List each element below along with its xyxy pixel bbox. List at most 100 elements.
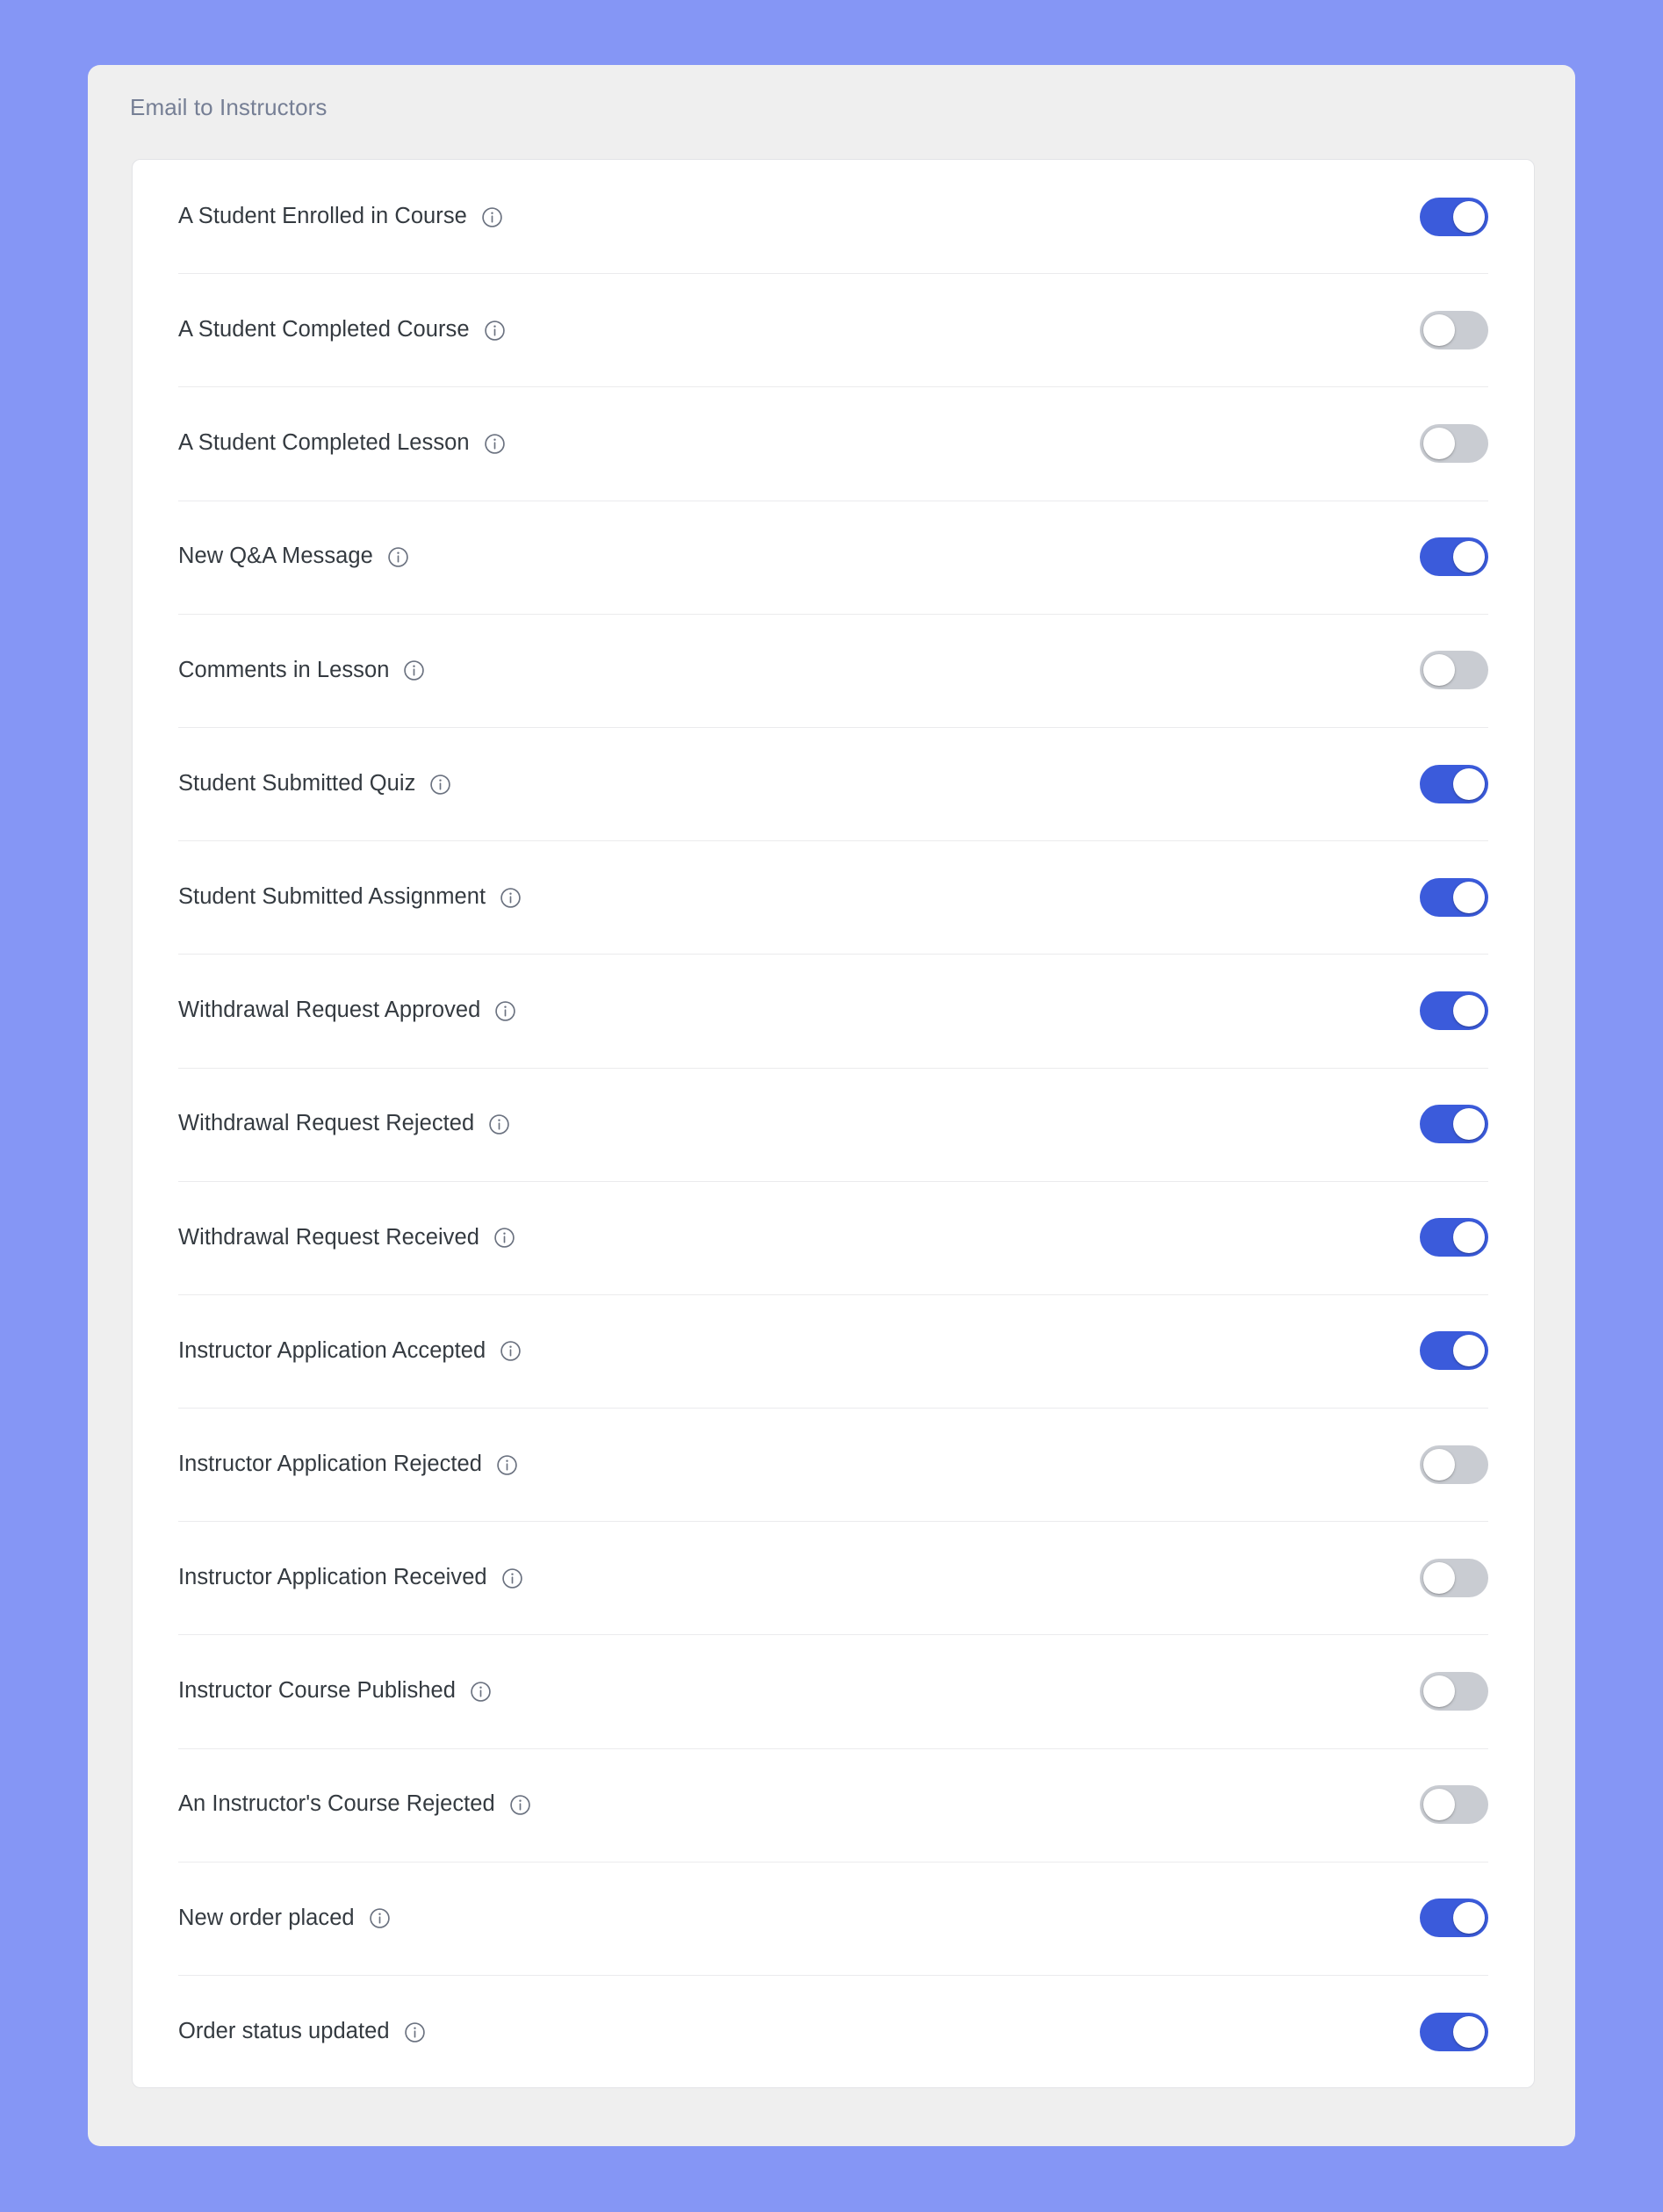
setting-label: Withdrawal Request Approved xyxy=(178,998,481,1023)
setting-row: New order placed xyxy=(133,1861,1534,1975)
setting-toggle[interactable] xyxy=(1420,537,1488,577)
info-circle-icon[interactable] xyxy=(484,320,506,342)
toggle-knob xyxy=(1423,1561,1455,1594)
setting-label: New Q&A Message xyxy=(178,544,373,569)
setting-row-left: Withdrawal Request Received xyxy=(178,1226,515,1249)
setting-row-left: Student Submitted Quiz xyxy=(178,770,451,796)
toggle-knob xyxy=(1423,1675,1455,1708)
setting-toggle[interactable] xyxy=(1420,1218,1488,1257)
setting-row: Student Submitted Assignment xyxy=(133,840,1534,954)
setting-row: Student Submitted Quiz xyxy=(133,726,1534,840)
info-circle-icon[interactable] xyxy=(369,1907,391,1929)
setting-row: Instructor Application Received xyxy=(133,1521,1534,1634)
info-circle-icon[interactable] xyxy=(404,2021,426,2043)
info-circle-icon[interactable] xyxy=(494,1000,516,1022)
toggle-knob xyxy=(1453,200,1485,233)
setting-row-left: Instructor Course Published xyxy=(178,1680,492,1703)
setting-row-left: A Student Completed Course xyxy=(178,319,506,342)
setting-row-left: An Instructor's Course Rejected xyxy=(178,1793,531,1816)
setting-label: Instructor Application Received xyxy=(178,1565,487,1590)
setting-row-left: New order placed xyxy=(178,1906,391,1929)
setting-row: Instructor Application Rejected xyxy=(133,1408,1534,1521)
setting-label: A Student Completed Course xyxy=(178,317,470,342)
setting-label: Instructor Application Accepted xyxy=(178,1337,486,1363)
setting-row: An Instructor's Course Rejected xyxy=(133,1747,1534,1862)
info-circle-icon[interactable] xyxy=(493,1227,515,1249)
setting-toggle[interactable] xyxy=(1420,2012,1488,2051)
setting-toggle[interactable] xyxy=(1420,1899,1488,1938)
info-circle-icon[interactable] xyxy=(500,887,522,909)
setting-row: Comments in Lesson xyxy=(133,613,1534,727)
toggle-knob xyxy=(1453,881,1485,913)
toggle-knob xyxy=(1453,2015,1485,2048)
info-circle-icon[interactable] xyxy=(481,206,503,228)
setting-toggle[interactable] xyxy=(1420,1558,1488,1597)
setting-label: Withdrawal Request Received xyxy=(178,1224,479,1250)
info-circle-icon[interactable] xyxy=(509,1794,531,1816)
email-to-instructors-panel: Email to Instructors A Student Enrolled … xyxy=(88,65,1575,2146)
info-circle-icon[interactable] xyxy=(501,1567,523,1589)
setting-toggle[interactable] xyxy=(1420,1105,1488,1144)
setting-row-left: Instructor Application Accepted xyxy=(178,1339,522,1362)
setting-toggle[interactable] xyxy=(1420,1445,1488,1484)
setting-row-left: Withdrawal Request Rejected xyxy=(178,1113,510,1135)
setting-label: Instructor Application Rejected xyxy=(178,1451,482,1476)
setting-toggle[interactable] xyxy=(1420,764,1488,803)
toggle-knob xyxy=(1453,1221,1485,1254)
setting-row-left: Order status updated xyxy=(178,2018,426,2043)
setting-label: Student Submitted Assignment xyxy=(178,883,486,909)
setting-row: Withdrawal Request Rejected xyxy=(133,1067,1534,1181)
setting-row-left: A Student Enrolled in Course xyxy=(178,205,503,228)
setting-row: A Student Completed Course xyxy=(133,273,1534,386)
toggle-knob xyxy=(1453,1335,1485,1367)
setting-row: New Q&A Message xyxy=(133,500,1534,614)
setting-label: Student Submitted Quiz xyxy=(178,770,416,796)
setting-label: Instructor Course Published xyxy=(178,1678,457,1704)
setting-label: An Instructor's Course Rejected xyxy=(178,1791,495,1817)
setting-row-left: New Q&A Message xyxy=(178,545,409,568)
setting-toggle[interactable] xyxy=(1420,877,1488,917)
toggle-knob xyxy=(1423,1789,1455,1821)
setting-row: Instructor Application Accepted xyxy=(133,1293,1534,1408)
info-circle-icon[interactable] xyxy=(484,433,506,455)
setting-label: A Student Completed Lesson xyxy=(178,430,470,456)
setting-row-left: Instructor Application Rejected xyxy=(178,1451,518,1476)
setting-toggle[interactable] xyxy=(1420,991,1488,1030)
setting-label: Order status updated xyxy=(178,2018,390,2043)
setting-toggle[interactable] xyxy=(1420,1785,1488,1825)
info-circle-icon[interactable] xyxy=(500,1340,522,1362)
info-circle-icon[interactable] xyxy=(403,659,425,681)
setting-toggle[interactable] xyxy=(1420,423,1488,463)
notification-settings-card: A Student Enrolled in Course A Student Co… xyxy=(132,159,1535,2088)
setting-row: Instructor Course Published xyxy=(133,1634,1534,1747)
setting-row: A Student Completed Lesson xyxy=(133,386,1534,500)
info-circle-icon[interactable] xyxy=(387,546,409,568)
setting-row-left: A Student Completed Lesson xyxy=(178,432,506,455)
toggle-knob xyxy=(1423,1448,1455,1481)
toggle-knob xyxy=(1453,994,1485,1027)
toggle-knob xyxy=(1453,1108,1485,1141)
info-circle-icon[interactable] xyxy=(488,1113,510,1135)
setting-label: New order placed xyxy=(178,1905,355,1930)
setting-toggle[interactable] xyxy=(1420,1672,1488,1711)
toggle-knob xyxy=(1423,654,1455,687)
setting-row-left: Student Submitted Assignment xyxy=(178,883,522,909)
toggle-knob xyxy=(1453,541,1485,573)
setting-toggle[interactable] xyxy=(1420,1331,1488,1371)
setting-row-left: Instructor Application Received xyxy=(178,1567,523,1589)
setting-toggle[interactable] xyxy=(1420,651,1488,690)
info-circle-icon[interactable] xyxy=(496,1454,518,1476)
setting-label: A Student Enrolled in Course xyxy=(178,203,467,228)
setting-toggle[interactable] xyxy=(1420,310,1488,349)
notification-settings-list: A Student Enrolled in Course A Student Co… xyxy=(133,160,1534,2087)
info-circle-icon[interactable] xyxy=(429,774,451,796)
setting-row-left: Comments in Lesson xyxy=(178,659,425,681)
setting-toggle[interactable] xyxy=(1420,197,1488,236)
setting-row: Withdrawal Request Received xyxy=(133,1180,1534,1294)
setting-row: Order status updated xyxy=(133,1975,1534,2087)
setting-label: Withdrawal Request Rejected xyxy=(178,1111,475,1136)
info-circle-icon[interactable] xyxy=(470,1681,492,1703)
toggle-knob xyxy=(1423,313,1455,346)
toggle-knob xyxy=(1423,427,1455,459)
toggle-knob xyxy=(1453,1902,1485,1935)
